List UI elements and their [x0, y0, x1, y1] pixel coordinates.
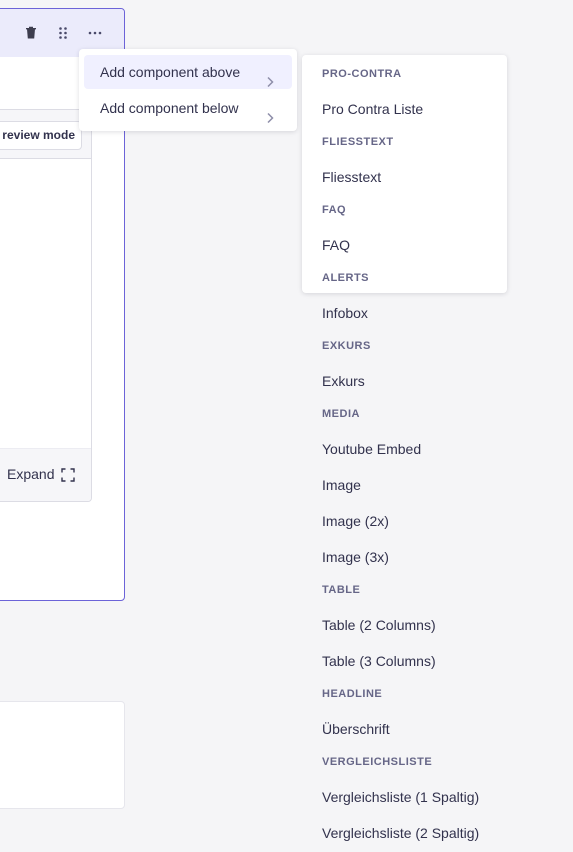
- next-component-card: [0, 701, 125, 809]
- component-option[interactable]: Vergleichsliste (2 Spaltig): [322, 825, 479, 841]
- group-label-faq: FAQ: [322, 204, 347, 216]
- editor-box: review mode Expand: [0, 109, 92, 502]
- component-option[interactable]: Exkurs: [322, 373, 365, 389]
- more-icon[interactable]: [87, 25, 103, 41]
- group-label-vergleichsliste: VERGLEICHSLISTE: [322, 756, 433, 768]
- component-actions-menu: Add component above Add component below: [79, 49, 297, 131]
- chevron-right-icon: [264, 102, 276, 124]
- component-option[interactable]: FAQ: [322, 237, 350, 253]
- component-option[interactable]: Image: [322, 477, 361, 493]
- preview-mode-button[interactable]: review mode: [0, 121, 82, 150]
- component-option[interactable]: Table (2 Columns): [322, 617, 436, 633]
- editor-header: review mode: [0, 110, 91, 159]
- component-option[interactable]: Image (3x): [322, 549, 389, 565]
- menu-item-label: Add component above: [100, 64, 241, 80]
- component-option[interactable]: Pro Contra Liste: [322, 101, 423, 117]
- group-label-fliesstext: FLIESSTEXT: [322, 136, 394, 148]
- group-label-pro-contra: PRO-CONTRA: [322, 68, 402, 80]
- component-option[interactable]: Überschrift: [322, 721, 390, 737]
- group-label-table: TABLE: [322, 584, 361, 596]
- menu-item-add-above[interactable]: Add component above: [84, 55, 292, 89]
- group-label-headline: HEADLINE: [322, 688, 383, 700]
- trash-icon[interactable]: [23, 25, 39, 41]
- menu-item-add-below[interactable]: Add component below: [84, 91, 292, 125]
- component-option[interactable]: Image (2x): [322, 513, 389, 529]
- component-option[interactable]: Table (3 Columns): [322, 653, 436, 669]
- component-option[interactable]: Infobox: [322, 305, 368, 321]
- group-label-media: MEDIA: [322, 408, 360, 420]
- editor-footer: Expand: [0, 448, 91, 501]
- expand-icon[interactable]: [61, 468, 75, 482]
- expand-button[interactable]: Expand: [7, 466, 54, 482]
- menu-item-label: Add component below: [100, 100, 239, 116]
- drag-icon[interactable]: [55, 25, 71, 41]
- component-option[interactable]: Fliesstext: [322, 169, 381, 185]
- group-label-alerts: ALERTS: [322, 272, 369, 284]
- chevron-right-icon: [264, 66, 276, 88]
- component-option[interactable]: Youtube Embed: [322, 441, 421, 457]
- group-label-exkurs: EXKURS: [322, 340, 371, 352]
- component-option[interactable]: Vergleichsliste (1 Spaltig): [322, 789, 479, 805]
